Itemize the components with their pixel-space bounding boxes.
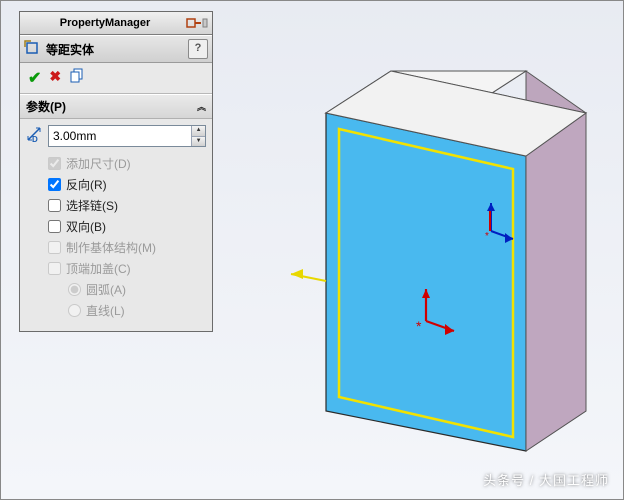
help-button[interactable]: ? [188, 39, 208, 59]
3d-model: * * [231, 21, 611, 491]
construction-label: 制作基体结构(M) [66, 239, 156, 256]
parameters-body: D ▲ ▼ 添加尺寸(D) 反向(R) 选择链(S) 双向(B) [20, 119, 212, 331]
distance-spinner[interactable]: ▲ ▼ [191, 126, 205, 146]
cancel-button[interactable]: ✖ [49, 68, 61, 88]
select-chain-checkbox[interactable] [48, 199, 61, 212]
select-chain-label: 选择链(S) [66, 197, 118, 214]
distance-row: D ▲ ▼ [26, 125, 206, 147]
parameters-label: 参数(P) [26, 98, 66, 115]
watermark: 头条号 / 大国工程师 [483, 470, 609, 489]
add-dimensions-label: 添加尺寸(D) [66, 155, 131, 172]
arc-label: 圆弧(A) [86, 281, 126, 298]
select-chain-row[interactable]: 选择链(S) [26, 195, 206, 216]
ok-button[interactable]: ✔ [28, 68, 41, 88]
offset-entities-icon [24, 40, 42, 58]
reverse-row[interactable]: 反向(R) [26, 174, 206, 195]
chevron-up-icon: ︽ [197, 100, 206, 113]
spinner-down-icon[interactable]: ▼ [192, 137, 205, 147]
pm-header: PropertyManager [20, 12, 212, 35]
bidirectional-row[interactable]: 双向(B) [26, 216, 206, 237]
construction-checkbox [48, 241, 61, 254]
reverse-checkbox[interactable] [48, 178, 61, 191]
command-title-bar: 等距实体 ? [20, 35, 212, 63]
cap-ends-checkbox [48, 262, 61, 275]
offset-preview [339, 129, 513, 437]
parameters-header[interactable]: 参数(P) ︽ [20, 94, 212, 119]
spinner-up-icon[interactable]: ▲ [192, 126, 205, 137]
svg-text:*: * [485, 231, 489, 242]
face-triad: * [485, 203, 513, 243]
line-row: 直线(L) [26, 300, 206, 321]
pushpin-icon[interactable] [186, 17, 208, 29]
bidirectional-label: 双向(B) [66, 218, 106, 235]
arc-radio [68, 283, 81, 296]
add-dimensions-checkbox [48, 157, 61, 170]
pm-title: PropertyManager [24, 17, 186, 29]
distance-icon: D [26, 126, 44, 147]
distance-input[interactable] [49, 126, 191, 146]
add-dimensions-row: 添加尺寸(D) [26, 153, 206, 174]
svg-text:*: * [416, 318, 422, 334]
origin-triad: * [416, 289, 454, 335]
construction-row: 制作基体结构(M) [26, 237, 206, 258]
action-row: ✔ ✖ [20, 63, 212, 94]
line-label: 直线(L) [86, 302, 125, 319]
property-manager-panel: PropertyManager 等距实体 ? ✔ ✖ [19, 11, 213, 332]
svg-text:D: D [32, 135, 38, 144]
reverse-label: 反向(R) [66, 176, 107, 193]
arc-row: 圆弧(A) [26, 279, 206, 300]
distance-input-wrap[interactable]: ▲ ▼ [48, 125, 206, 147]
detailed-preview-button[interactable] [69, 68, 85, 88]
line-radio [68, 304, 81, 317]
cap-ends-label: 顶端加盖(C) [66, 260, 131, 277]
command-title: 等距实体 [46, 41, 188, 58]
bidirectional-checkbox[interactable] [48, 220, 61, 233]
cap-ends-row: 顶端加盖(C) [26, 258, 206, 279]
